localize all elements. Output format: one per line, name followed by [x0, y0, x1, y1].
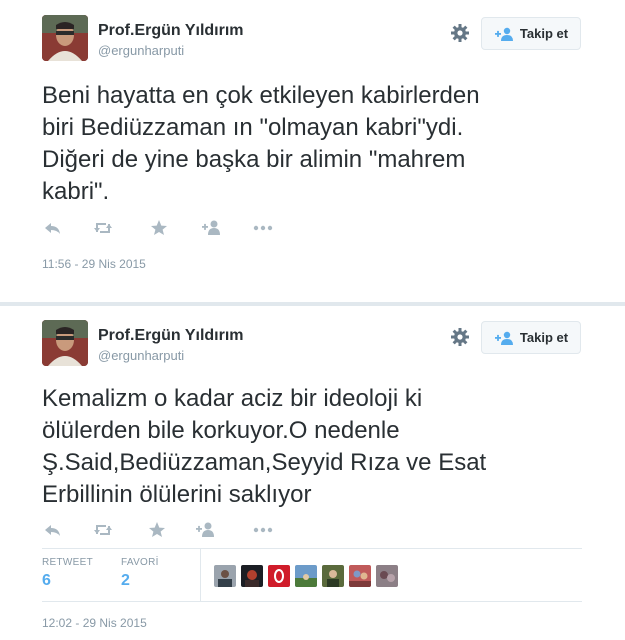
- more-dots-icon[interactable]: [252, 218, 274, 238]
- gear-icon[interactable]: [450, 327, 470, 347]
- tweet-text: Kemalizm o kadar aciz bir ideoloji ki öl…: [42, 385, 487, 508]
- author-name[interactable]: Prof.Ergün Yıldırım: [98, 22, 244, 40]
- follow-add-icon[interactable]: [200, 218, 222, 238]
- stats-divider: [200, 549, 201, 601]
- tweet-card-2: Prof.Ergün Yıldırım @ergunharputi Takip …: [0, 306, 625, 640]
- retweet-count: 6: [42, 572, 51, 589]
- retweet-stat[interactable]: RETWEET 6: [42, 557, 93, 590]
- tweet-timestamp[interactable]: 12:02 - 29 Nis 2015: [42, 616, 147, 630]
- reply-icon[interactable]: [42, 520, 64, 540]
- more-dots-icon[interactable]: [252, 520, 274, 540]
- favoriter-avatar[interactable]: [322, 565, 344, 587]
- favoriter-avatar[interactable]: [376, 565, 398, 587]
- favoriter-avatar[interactable]: [241, 565, 263, 587]
- favoriter-avatar[interactable]: [268, 565, 290, 587]
- author-handle[interactable]: @ergunharputi: [98, 348, 184, 363]
- favorite-stat[interactable]: FAVORİ 2: [121, 557, 159, 590]
- follow-button-label: Takip et: [519, 26, 569, 41]
- author-avatar[interactable]: [42, 320, 88, 366]
- favoriter-avatar[interactable]: [349, 565, 371, 587]
- tweet-timestamp[interactable]: 11:56 - 29 Nis 2015: [42, 257, 146, 271]
- follow-button[interactable]: Takip et: [481, 321, 581, 354]
- tweet-card-1: Prof.Ergün Yıldırım @ergunharputi Takip …: [0, 0, 625, 302]
- author-avatar[interactable]: [42, 15, 88, 61]
- favorite-count: 2: [121, 572, 130, 589]
- retweet-icon[interactable]: [92, 218, 114, 238]
- tweet-stats: RETWEET 6 FAVORİ 2: [42, 548, 582, 602]
- follow-person-icon: [494, 27, 514, 41]
- gear-icon[interactable]: [450, 23, 470, 43]
- follow-add-icon[interactable]: [194, 520, 216, 540]
- favorite-star-icon[interactable]: [148, 218, 170, 238]
- author-handle[interactable]: @ergunharputi: [98, 43, 184, 58]
- follow-button-label: Takip et: [519, 330, 569, 345]
- retweet-icon[interactable]: [92, 520, 114, 540]
- favorite-star-icon[interactable]: [146, 520, 168, 540]
- retweet-stat-label: RETWEET: [42, 557, 93, 568]
- favoriter-avatar[interactable]: [214, 565, 236, 587]
- favorite-stat-label: FAVORİ: [121, 557, 159, 568]
- follow-button[interactable]: Takip et: [481, 17, 581, 50]
- tweet-text: Beni hayatta en çok etkileyen kabirlerde…: [42, 82, 480, 205]
- follow-person-icon: [494, 331, 514, 345]
- favoriter-avatar[interactable]: [295, 565, 317, 587]
- author-name[interactable]: Prof.Ergün Yıldırım: [98, 327, 244, 345]
- reply-icon[interactable]: [42, 218, 64, 238]
